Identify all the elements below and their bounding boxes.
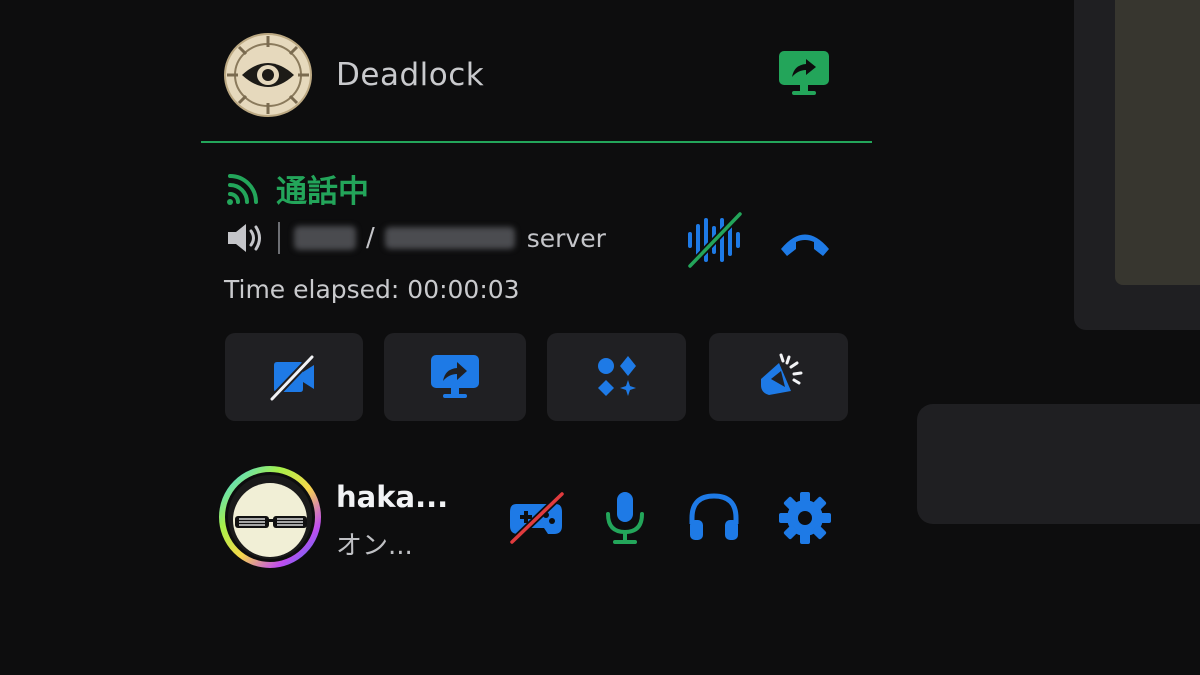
channel-name-redacted: [294, 226, 356, 250]
camera-off-button[interactable]: [225, 333, 363, 421]
path-separator: /: [366, 223, 375, 253]
separator-bar: [278, 222, 280, 254]
settings-gear-icon[interactable]: [775, 488, 835, 548]
user-status-text: オン...: [336, 531, 413, 561]
headphones-icon[interactable]: [684, 488, 744, 548]
stream-game-button[interactable]: [778, 50, 830, 98]
side-panel-content: [1115, 0, 1200, 285]
soundboard-button[interactable]: [709, 333, 848, 421]
microphone-icon[interactable]: [595, 488, 655, 548]
app-root: Deadlock 通話中 / server Time elapsed: 00:0…: [0, 0, 1200, 675]
activity-header: Deadlock: [224, 33, 836, 117]
disconnect-icon[interactable]: [776, 216, 834, 264]
server-name-redacted: [384, 227, 515, 249]
game-name: Deadlock: [336, 57, 485, 93]
username[interactable]: haka...: [336, 480, 448, 514]
voice-channel-info[interactable]: / server: [224, 218, 606, 258]
side-panel-bottom: [917, 404, 1200, 524]
activities-button[interactable]: [547, 333, 686, 421]
section-divider: [201, 141, 872, 143]
deadlock-game-icon[interactable]: [224, 33, 312, 117]
activities-icon: [597, 356, 636, 396]
share-screen-button[interactable]: [384, 333, 526, 421]
time-elapsed: Time elapsed: 00:00:03: [224, 275, 520, 304]
noise-suppression-button[interactable]: [684, 210, 744, 270]
share-screen-icon: [431, 355, 479, 398]
game-activity-toggle-icon[interactable]: [506, 488, 566, 548]
voice-status: 通話中: [224, 166, 369, 210]
camera-off-icon: [269, 354, 315, 402]
user-avatar[interactable]: [217, 464, 323, 570]
soundboard-icon: [760, 353, 802, 395]
voice-signal-icon: [227, 174, 258, 205]
voice-status-title: 通話中: [276, 173, 369, 210]
server-label: server: [526, 223, 606, 253]
speaker-icon: [228, 224, 261, 252]
